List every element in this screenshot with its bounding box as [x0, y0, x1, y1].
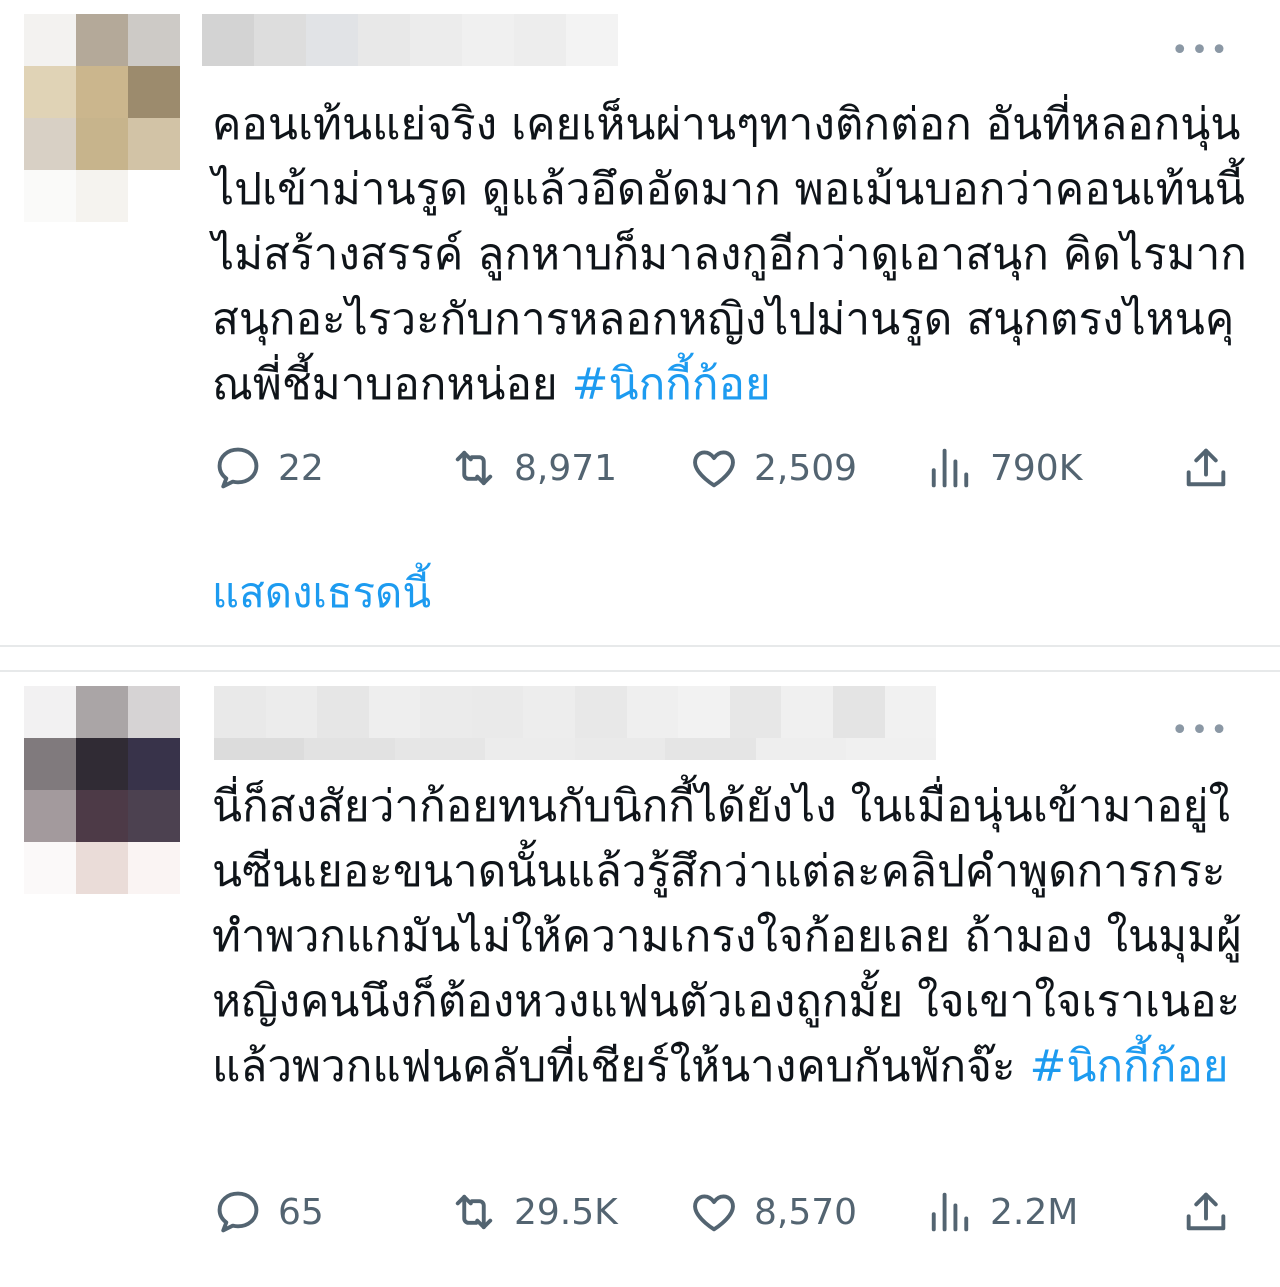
share-button[interactable] [1180, 438, 1246, 498]
views-count: 2.2M [990, 1191, 1079, 1233]
handle-blurred [214, 738, 936, 760]
tweet-text: คอนเท้นแย่จริง เคยเห็นผ่านๆทางติกต่อก อั… [212, 92, 1252, 417]
tweet-divider [0, 645, 1280, 672]
views-count: 790K [990, 447, 1083, 489]
action-bar: 22 8,971 2,509 790K [212, 438, 1252, 498]
reply-icon [217, 447, 259, 489]
like-button[interactable]: 8,570 [688, 1182, 857, 1242]
share-icon [1186, 1192, 1226, 1231]
retweet-count: 29.5K [514, 1191, 618, 1233]
retweet-icon [455, 450, 493, 486]
like-count: 8,570 [754, 1191, 858, 1233]
hashtag-link[interactable]: #นิกกี้ก้อย [572, 359, 771, 410]
avatar[interactable] [24, 14, 180, 222]
tweet[interactable]: ••• นี่ก็สงสัยว่าก้อยทนกับนิกกี้ได้ยังไง… [0, 672, 1280, 1287]
reply-count: 22 [278, 447, 324, 489]
retweet-icon [455, 1194, 493, 1230]
like-icon [693, 1194, 735, 1232]
like-count: 2,509 [754, 447, 858, 489]
retweet-button[interactable]: 8,971 [448, 438, 617, 498]
views-icon [931, 1192, 969, 1232]
more-icon[interactable]: ••• [1171, 36, 1230, 66]
show-thread-link[interactable]: แสดงเธรดนี้ [212, 560, 431, 626]
display-name-blurred[interactable] [214, 686, 937, 738]
reply-button[interactable]: 22 [212, 438, 324, 498]
reply-button[interactable]: 65 [212, 1182, 324, 1242]
like-button[interactable]: 2,509 [688, 438, 857, 498]
retweet-count: 8,971 [514, 447, 618, 489]
views-button[interactable]: 2.2M [924, 1182, 1078, 1242]
like-icon [693, 450, 735, 488]
share-button[interactable] [1180, 1182, 1246, 1242]
retweet-button[interactable]: 29.5K [448, 1182, 618, 1242]
tweet-text: นี่ก็สงสัยว่าก้อยทนกับนิกกี้ได้ยังไง ในเ… [212, 774, 1252, 1099]
hashtag-link[interactable]: #นิกกี้ก้อย [1030, 1041, 1229, 1092]
share-icon [1186, 448, 1226, 487]
views-icon [931, 448, 969, 488]
reply-count: 65 [278, 1191, 324, 1233]
reply-icon [217, 1191, 259, 1233]
more-icon[interactable]: ••• [1171, 716, 1230, 746]
tweet[interactable]: ••• คอนเท้นแย่จริง เคยเห็นผ่านๆทางติกต่อ… [0, 0, 1280, 645]
avatar[interactable] [24, 686, 180, 894]
display-name-blurred[interactable] [202, 14, 618, 66]
views-button[interactable]: 790K [924, 438, 1082, 498]
action-bar: 65 29.5K 8,570 2.2M [212, 1182, 1252, 1242]
